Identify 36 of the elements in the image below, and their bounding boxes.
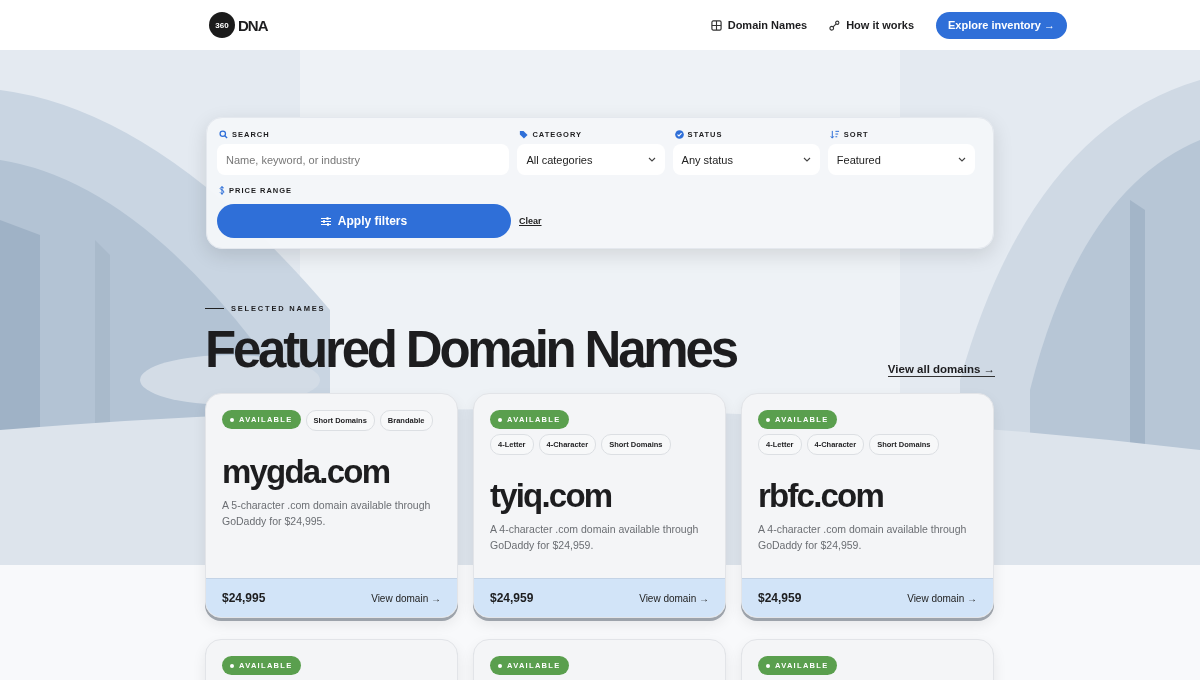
domain-name[interactable]: rbfc.com (742, 477, 993, 515)
price: $24,959 (490, 591, 534, 605)
explore-inventory-button[interactable]: Explore inventory → (936, 11, 1067, 39)
view-all-link[interactable]: View all domains → (887, 363, 995, 377)
nav-link[interactable]: How it works (829, 19, 914, 31)
dropdown[interactable]: Any status (672, 144, 820, 175)
view-domain-link[interactable]: View domain → (907, 592, 977, 604)
sliders-icon (320, 216, 331, 226)
logo-badge[interactable]: 360 (209, 12, 235, 38)
sort-icon (829, 129, 840, 139)
grid-icon (710, 19, 722, 31)
view-domain-link[interactable]: View domain → (639, 592, 709, 604)
logo-text[interactable]: DNA (238, 16, 268, 34)
price: $24,995 (222, 591, 266, 605)
price: $24,959 (758, 591, 802, 605)
view-domain-link[interactable]: View domain → (371, 592, 441, 604)
domain-name[interactable]: tyiq.com (474, 477, 725, 515)
domain-description: A 4-character .com domain available through GoDaddy for $24,959. (490, 522, 700, 553)
tag-icon (519, 129, 529, 139)
search-icon (219, 129, 228, 139)
dropdown[interactable]: All categories (517, 144, 665, 175)
apply-filters-button[interactable]: Apply filters (217, 204, 511, 238)
section-title: Featured Domain Names (205, 320, 736, 380)
check-circle-icon (674, 129, 684, 139)
chevron-down-icon (647, 157, 656, 162)
nav-link[interactable]: Domain Names (710, 19, 808, 31)
dollar-icon (219, 185, 225, 195)
domain-description: A 4-character .com domain available through GoDaddy for $24,959. (758, 522, 968, 553)
domain-description: A 5-character .com domain available through GoDaddy for $24,995. (222, 498, 432, 529)
dropdown[interactable]: Featured (827, 144, 975, 175)
chevron-down-icon (958, 157, 966, 162)
nodes-icon (829, 19, 841, 31)
search-field[interactable]: Name, keyword, or industry (217, 144, 510, 175)
chevron-down-icon (802, 157, 811, 162)
clear-link[interactable]: Clear (519, 216, 542, 226)
domain-name[interactable]: mygda.com (206, 453, 457, 491)
